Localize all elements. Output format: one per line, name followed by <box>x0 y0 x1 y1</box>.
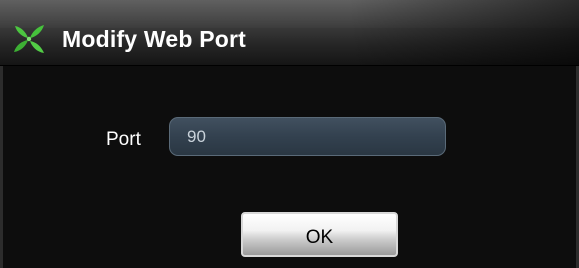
modify-web-port-dialog: Modify Web Port Port OK <box>0 0 579 268</box>
ok-button-label: OK <box>305 226 334 248</box>
port-label: Port <box>106 129 141 150</box>
title-bar-shade <box>349 0 579 65</box>
ok-button[interactable]: OK <box>241 212 398 257</box>
port-input[interactable] <box>169 117 446 156</box>
dialog-title: Modify Web Port <box>62 26 247 52</box>
app-leaf-icon <box>14 25 44 53</box>
title-bar[interactable]: Modify Web Port <box>0 0 579 66</box>
